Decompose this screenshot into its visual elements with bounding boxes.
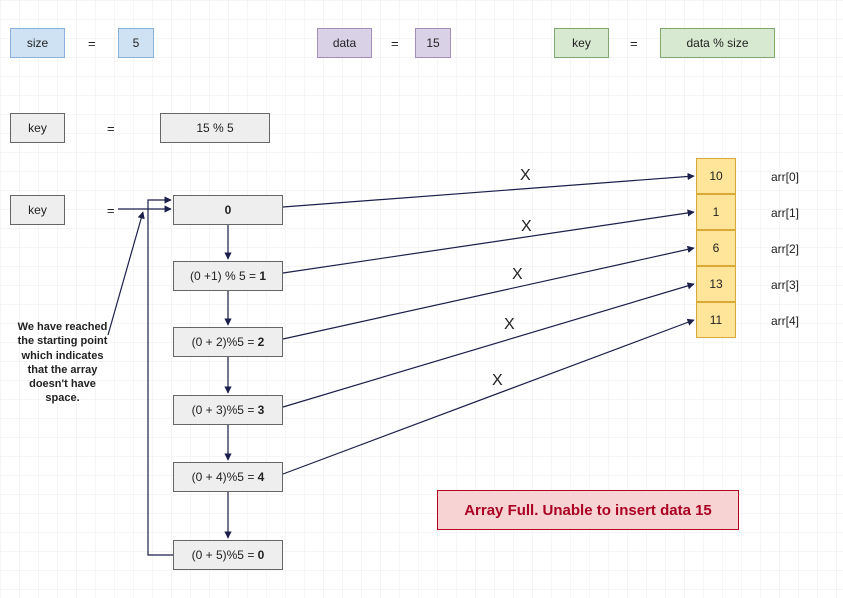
size-value-box: 5	[118, 28, 154, 58]
collision-x-2: X	[512, 266, 523, 284]
probe-2-box: (0 + 2)%5 = 2	[173, 327, 283, 357]
probe-2-result: 2	[258, 335, 265, 349]
array-label-2: arr[2]	[771, 242, 799, 256]
step1-key-box: key	[10, 113, 65, 143]
probe-5-box: (0 + 5)%5 = 0	[173, 540, 283, 570]
probe-5-prefix: (0 + 5)%5 =	[192, 548, 258, 562]
probe-4-box: (0 + 4)%5 = 4	[173, 462, 283, 492]
alert-array-full: Array Full. Unable to insert data 15	[437, 490, 739, 530]
array-label-1: arr[1]	[771, 206, 799, 220]
equals-step1: =	[107, 121, 115, 136]
step1-expression-box: 15 % 5	[160, 113, 270, 143]
collision-x-1: X	[521, 218, 532, 236]
collision-x-3: X	[504, 316, 515, 334]
probe-1-prefix: (0 +1) % 5 =	[190, 269, 259, 283]
key-formula-box: data % size	[660, 28, 775, 58]
note-start-point: We have reached the starting point which…	[15, 320, 110, 406]
data-label-box: data	[317, 28, 372, 58]
probe-0-box: 0	[173, 195, 283, 225]
probe-2-prefix: (0 + 2)%5 =	[192, 335, 258, 349]
probe-5-result: 0	[258, 548, 265, 562]
probe-3-box: (0 + 3)%5 = 3	[173, 395, 283, 425]
probe-3-prefix: (0 + 3)%5 =	[192, 403, 258, 417]
equals-key: =	[630, 36, 638, 51]
probe-4-result: 4	[258, 470, 265, 484]
probe-1-result: 1	[259, 269, 266, 283]
size-label-box: size	[10, 28, 65, 58]
step2-key-box: key	[10, 195, 65, 225]
array-label-0: arr[0]	[771, 170, 799, 184]
equals-size: =	[88, 36, 96, 51]
array-cell-1: 1	[696, 194, 736, 230]
data-value-box: 15	[415, 28, 451, 58]
equals-data: =	[391, 36, 399, 51]
array-cell-2: 6	[696, 230, 736, 266]
probe-3-result: 3	[258, 403, 265, 417]
array-cell-3: 13	[696, 266, 736, 302]
array-label-3: arr[3]	[771, 278, 799, 292]
equals-step2: =	[107, 203, 115, 218]
probe-4-prefix: (0 + 4)%5 =	[192, 470, 258, 484]
collision-x-4: X	[492, 372, 503, 390]
array-cell-4: 11	[696, 302, 736, 338]
probe-1-box: (0 +1) % 5 = 1	[173, 261, 283, 291]
array-label-4: arr[4]	[771, 314, 799, 328]
array-cell-0: 10	[696, 158, 736, 194]
collision-x-0: X	[520, 167, 531, 185]
key-label-box: key	[554, 28, 609, 58]
